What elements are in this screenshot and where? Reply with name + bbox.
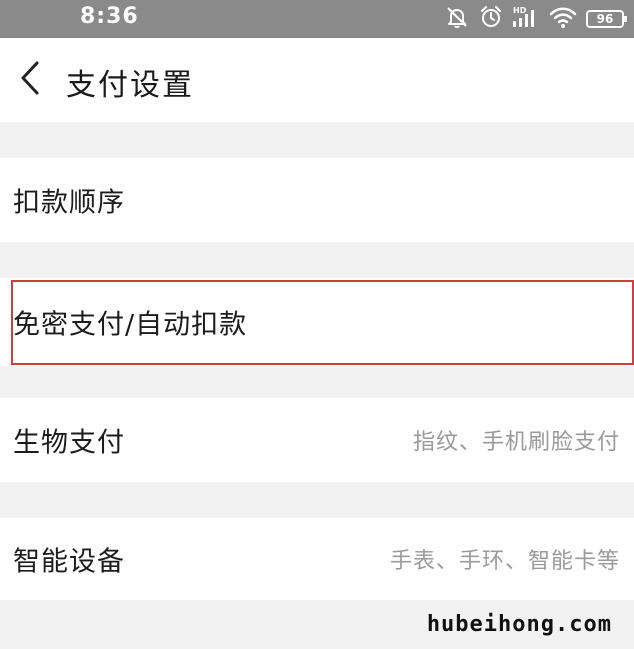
- page-title: 支付设置: [66, 68, 194, 103]
- settings-item-label: 免密支付/自动扣款: [13, 309, 248, 341]
- settings-item-label: 扣款顺序: [13, 187, 125, 219]
- battery-icon: 96: [586, 10, 627, 28]
- status-time: 8:36: [80, 4, 139, 29]
- alarm-icon: [479, 5, 503, 33]
- settings-item-password-free-payment[interactable]: 免密支付/自动扣款: [0, 278, 634, 366]
- back-chevron-icon: [18, 60, 42, 100]
- settings-item-description: 指纹、手机刷脸支付: [412, 430, 620, 455]
- settings-item-biometric-payment[interactable]: 生物支付 指纹、手机刷脸支付: [0, 398, 634, 482]
- settings-item-description: 手表、手环、智能卡等: [389, 549, 620, 574]
- wifi-icon: [549, 5, 577, 33]
- battery-level: 96: [596, 12, 614, 26]
- settings-item-smart-devices[interactable]: 智能设备 手表、手环、智能卡等: [0, 518, 634, 600]
- status-icons: HD 96: [444, 5, 627, 33]
- signal-icon: HD: [512, 5, 540, 33]
- back-button[interactable]: [10, 58, 50, 102]
- settings-item-deduction-order[interactable]: 扣款顺序: [0, 158, 634, 242]
- silent-icon: [444, 5, 470, 33]
- network-type-label: HD: [513, 6, 527, 15]
- watermark: hubeihong.com: [426, 612, 612, 637]
- settings-item-label: 智能设备: [13, 546, 125, 578]
- nav-bar: 支付设置: [0, 38, 634, 122]
- status-bar: 8:36 HD 96: [0, 0, 634, 38]
- settings-item-label: 生物支付: [13, 427, 125, 459]
